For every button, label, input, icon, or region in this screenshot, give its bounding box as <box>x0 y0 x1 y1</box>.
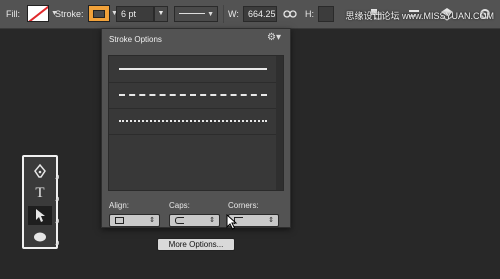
width-label: W: <box>228 9 239 19</box>
width-input[interactable]: 664.25 <box>243 6 277 22</box>
ellipse-icon <box>34 232 46 242</box>
scrollbar[interactable] <box>276 56 283 190</box>
stroke-style-dashed[interactable] <box>109 82 277 109</box>
type-icon: T <box>35 185 45 201</box>
stroke-style-dotted[interactable] <box>109 108 277 135</box>
chevron-updown-icon: ⇕ <box>209 217 215 224</box>
tool-flyout-icon: ◢ <box>55 218 59 224</box>
panel-title: Stroke Options <box>109 35 162 44</box>
align-select[interactable]: ⇕ <box>109 214 160 227</box>
caps-select[interactable]: ⇕ <box>169 214 220 227</box>
corners-label: Corners: <box>228 201 259 210</box>
stroke-style-list <box>108 55 284 191</box>
height-label: H: <box>305 9 314 19</box>
stroke-style-solid[interactable] <box>109 56 277 83</box>
watermark: 思缘设计论坛 www.MISSYUAN.COM <box>345 11 494 21</box>
tool-flyout-icon: ◢ <box>55 240 59 246</box>
dashed-line <box>119 94 267 96</box>
stroke-width-input[interactable]: 6 pt <box>116 6 154 22</box>
solid-line <box>119 68 267 70</box>
tools-panel: T ◢ ◢ ◢ ◢ <box>22 155 59 249</box>
pen-icon <box>34 163 46 178</box>
caps-label: Caps: <box>169 201 190 210</box>
type-tool[interactable]: T <box>28 184 52 203</box>
arrow-cursor-icon <box>36 209 45 222</box>
chevron-updown-icon: ⇕ <box>268 217 274 224</box>
link-icon[interactable] <box>283 9 297 19</box>
height-input[interactable] <box>318 6 334 22</box>
stroke-width-dropdown[interactable]: ▼ <box>154 6 168 22</box>
caps-icon <box>175 217 184 224</box>
tool-flyout-icon: ◢ <box>55 174 59 180</box>
stroke-label: Stroke: <box>55 9 84 19</box>
mouse-cursor-icon <box>226 214 238 230</box>
stroke-swatch[interactable] <box>88 5 110 22</box>
chevron-updown-icon: ⇕ <box>149 217 155 224</box>
stroke-options-panel: Stroke Options ⚙▾ Align: Caps: Corners: … <box>101 28 291 251</box>
fill-label: Fill: <box>6 9 20 19</box>
dotted-line <box>119 120 267 122</box>
tool-flyout-icon: ◢ <box>55 196 59 202</box>
pen-tool[interactable] <box>28 162 52 181</box>
align-icon <box>115 217 124 224</box>
stroke-type-dropdown[interactable]: ▼ <box>174 6 218 22</box>
fill-swatch[interactable] <box>27 5 49 22</box>
divider <box>223 5 224 23</box>
path-selection-tool[interactable] <box>28 206 52 225</box>
ellipse-tool[interactable] <box>28 228 52 247</box>
chevron-down-icon: ▼ <box>207 11 214 18</box>
align-label: Align: <box>109 201 130 210</box>
options-bar: Fill: ▼ Stroke: ▼ 6 pt ▼ ▼ W: 664.25 H: … <box>0 0 500 29</box>
gear-icon[interactable]: ⚙▾ <box>267 32 281 43</box>
more-options-button[interactable]: More Options... <box>157 238 235 251</box>
